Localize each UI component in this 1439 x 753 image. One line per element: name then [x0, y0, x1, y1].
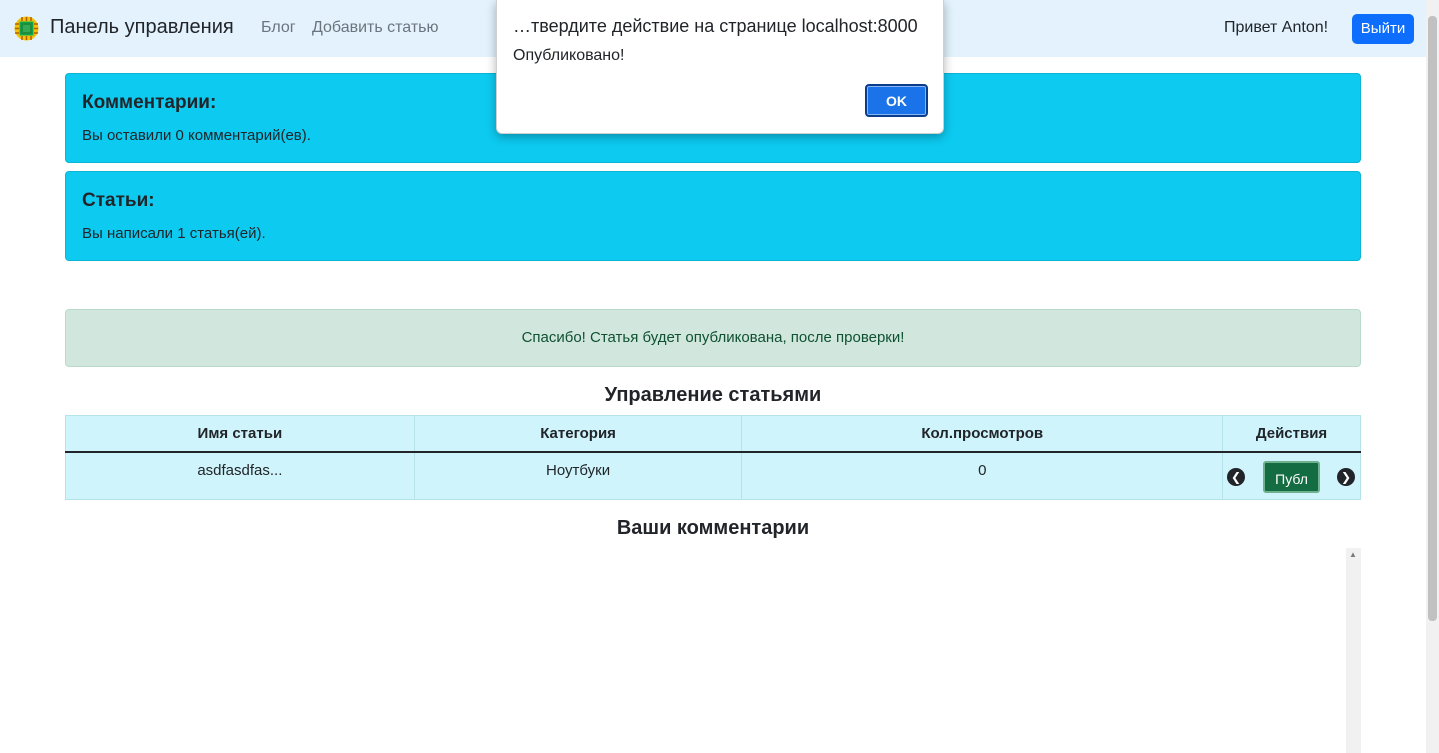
actions-group: ❮ Публ ❯ — [1223, 453, 1360, 500]
nav-link-add-article[interactable]: Добавить статью — [312, 19, 439, 37]
article-views-cell: 0 — [741, 451, 1224, 500]
chip-logo-icon[interactable] — [13, 15, 40, 42]
nav-link-blog[interactable]: Блог — [261, 19, 296, 37]
scroll-up-arrow-icon[interactable]: ▲ — [1349, 550, 1357, 559]
article-name-cell[interactable]: asdfasdfas... — [65, 451, 415, 500]
column-header-views: Кол.просмотров — [741, 415, 1224, 453]
user-greeting: Привет Anton! — [1224, 19, 1329, 36]
comments-card-title: Комментарии: — [82, 92, 217, 113]
comments-section-title: Ваши комментарии — [616, 517, 810, 539]
chevron-left-icon[interactable]: ❮ — [1227, 467, 1246, 486]
articles-card-title: Статьи: — [82, 190, 155, 211]
articles-card-text: Вы написали 1 статья(ей). — [82, 225, 266, 242]
confirm-dialog: …твердите действие на странице localhost… — [496, 0, 944, 134]
comments-scrollbar[interactable] — [1346, 548, 1361, 753]
article-category-cell: Ноутбуки — [413, 451, 743, 500]
article-actions-cell: ❮ Публ ❯ — [1222, 451, 1361, 500]
dialog-ok-button[interactable]: OK — [865, 84, 928, 117]
table-row: asdfasdfas... Ноутбуки 0 ❮ Публ ❯ — [65, 451, 1361, 500]
publish-button[interactable]: Публ — [1263, 460, 1321, 493]
chevron-right-icon[interactable]: ❯ — [1337, 467, 1356, 486]
articles-section-title: Управление статьями — [604, 384, 822, 406]
table-header-row: Имя статьи Категория Кол.просмотров Дейс… — [65, 415, 1361, 453]
success-alert: Спасибо! Статья будет опубликована, посл… — [65, 309, 1361, 367]
column-header-actions: Действия — [1222, 415, 1361, 453]
articles-card: Статьи: Вы написали 1 статья(ей). — [65, 171, 1361, 261]
page-scrollbar-thumb[interactable] — [1428, 16, 1437, 621]
dialog-title: …твердите действие на странице localhost… — [513, 16, 918, 36]
dialog-message: Опубликовано! — [513, 47, 625, 64]
articles-table: Имя статьи Категория Кол.просмотров Дейс… — [65, 415, 1361, 500]
brand-title[interactable]: Панель управления — [50, 16, 234, 39]
column-header-category: Категория — [413, 415, 743, 453]
column-header-name: Имя статьи — [65, 415, 415, 453]
comments-card-text: Вы оставили 0 комментарий(ев). — [82, 127, 311, 144]
logout-button[interactable]: Выйти — [1352, 14, 1414, 44]
